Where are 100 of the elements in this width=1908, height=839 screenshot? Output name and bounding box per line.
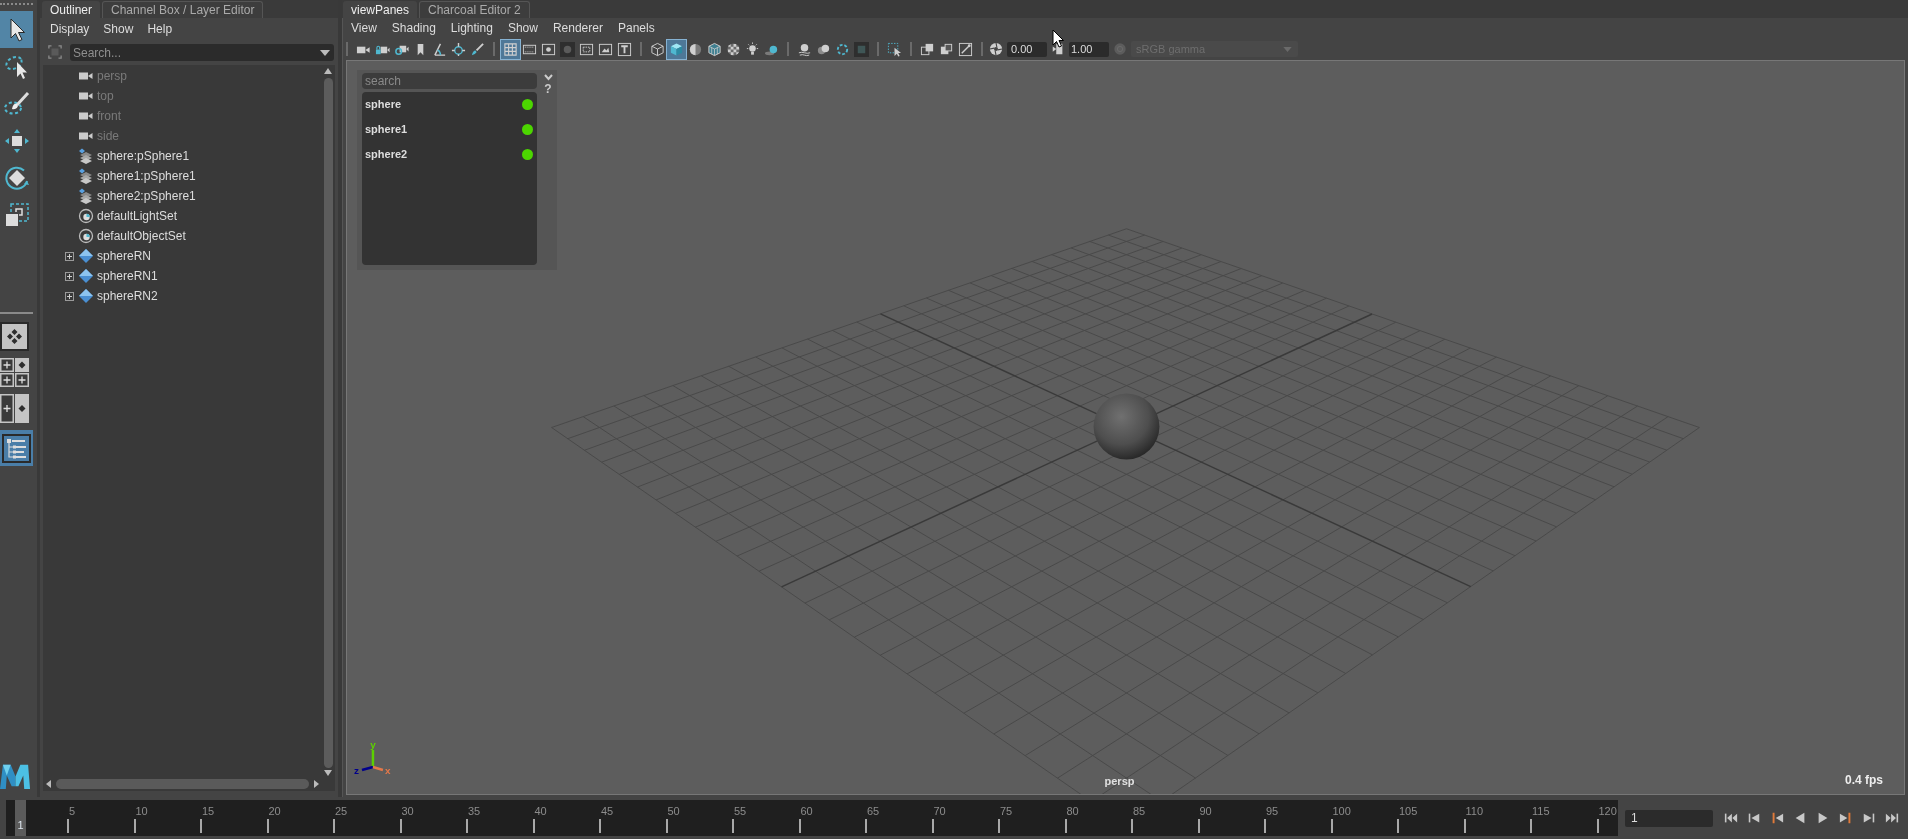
frame-number: 50	[666, 804, 681, 817]
scroll-down-icon[interactable]	[324, 770, 332, 776]
light-bulb-icon	[745, 41, 760, 57]
frame-tick	[1463, 819, 1466, 833]
menu-item[interactable]: View	[351, 19, 377, 37]
expand-toggle-icon[interactable]	[65, 291, 74, 301]
frame-tick	[532, 819, 535, 833]
menu-item[interactable]: Help	[147, 20, 173, 38]
single-pane-layout-button[interactable]	[0, 322, 29, 351]
frame-tick	[665, 819, 668, 833]
selector-search-field[interactable]: search	[362, 73, 537, 89]
menu-item[interactable]: Display	[50, 20, 90, 38]
stacked-layers-icon	[78, 188, 94, 204]
scroll-up-icon[interactable]	[324, 68, 332, 74]
frame-number: 25	[334, 804, 349, 817]
shaded-cube-icon	[669, 41, 684, 57]
two-pane-layout-button[interactable]	[0, 394, 29, 423]
horizontal-scroll-thumb[interactable]	[56, 779, 309, 789]
stacked-layers-icon	[78, 168, 94, 184]
menu-item[interactable]: Panels	[617, 19, 655, 37]
frame-tick	[1264, 819, 1266, 833]
four-pane-layout-button[interactable]	[0, 358, 29, 387]
help-button[interactable]: ?	[544, 83, 552, 95]
scroll-left-icon[interactable]	[46, 780, 51, 788]
expand-toggle-icon[interactable]	[65, 251, 74, 261]
frame-number: 45	[600, 804, 615, 817]
outliner-item[interactable]: defaultObjectSet	[97, 227, 186, 245]
frame-tick	[133, 819, 136, 833]
t-frame-icon	[617, 41, 632, 57]
dot-frame-icon	[541, 41, 556, 57]
frame-tick	[931, 819, 934, 833]
select-tool-button[interactable]	[0, 11, 33, 48]
frame-tick	[399, 819, 402, 833]
grid-button[interactable]	[501, 39, 520, 59]
stacked-layers-icon	[78, 148, 94, 164]
frame-number: 55	[733, 804, 748, 817]
menu-item[interactable]: Show	[507, 19, 538, 37]
search-field[interactable]: Search...	[70, 44, 334, 61]
frame-number: 95	[1265, 804, 1280, 817]
selector-item[interactable]: sphere1	[365, 121, 408, 138]
square-tile-button[interactable]	[852, 39, 871, 59]
shaded-cube-button[interactable]	[667, 39, 686, 59]
scroll-right-icon[interactable]	[314, 780, 319, 788]
dashed-ring-icon	[835, 41, 850, 57]
menu-item[interactable]: Renderer	[552, 19, 603, 37]
frame-number: 100	[1331, 804, 1352, 817]
frame-number: 110	[1464, 804, 1485, 817]
textured-cube-icon	[707, 41, 722, 57]
panel-tab[interactable]: Charcoal Editor 2	[419, 1, 530, 18]
skip-to-end-icon	[1884, 811, 1899, 825]
frame-tick	[67, 819, 69, 833]
expand-toggle-icon[interactable]	[65, 271, 74, 281]
list-pane-layout-button[interactable]	[0, 430, 33, 466]
frame-number: 5	[68, 804, 77, 817]
frame-tick	[466, 819, 468, 833]
frame-tick	[1530, 819, 1532, 833]
menu-item[interactable]: Lighting	[450, 19, 493, 37]
selector-item[interactable]: sphere	[365, 96, 402, 113]
gamma-field[interactable]: 1.00	[1069, 41, 1109, 57]
dropdown-caret-icon[interactable]	[320, 49, 330, 56]
aperture-icon[interactable]	[989, 42, 1003, 56]
outliner-item[interactable]: sphere:pSphere1	[97, 147, 190, 165]
picture-frame-icon	[598, 41, 613, 57]
outliner-item[interactable]: sphere2:pSphere1	[97, 187, 196, 205]
frame-tick	[599, 819, 601, 833]
vertical-scroll-thumb[interactable]	[323, 78, 333, 768]
time-slider[interactable]: 5 10 15 20 25 30 35 40 45 50 55 60 65 70 75 80 85 90 95 100 105 110 115 120 1	[6, 800, 1618, 836]
frame-tick	[1330, 819, 1333, 833]
checker-ball-icon	[726, 41, 741, 57]
select-box-icon	[887, 41, 902, 57]
chevron-down-icon[interactable]	[543, 74, 553, 81]
exposure-field[interactable]: 0.00	[1007, 41, 1047, 57]
menu-item[interactable]: Shading	[391, 19, 436, 37]
outliner-item[interactable]: defaultLightSet	[97, 207, 178, 225]
frame-tick	[266, 819, 269, 833]
grid-icon	[503, 41, 518, 57]
outliner-item[interactable]: sphereRN1	[97, 267, 158, 285]
outliner-item[interactable]: sphereRN	[97, 247, 152, 265]
ring-dot-icon	[78, 228, 94, 244]
outliner-item[interactable]: sphere1:pSphere1	[97, 167, 196, 185]
frame-number: 85	[1132, 804, 1147, 817]
selector-item[interactable]: sphere2	[365, 146, 408, 163]
frame-number: 65	[866, 804, 881, 817]
frame-number: 15	[201, 804, 216, 817]
panel-tab[interactable]: Channel Box / Layer Editor	[102, 1, 264, 18]
overlap-squares-icon	[920, 41, 935, 57]
frame-tick	[732, 819, 734, 833]
panel-tab[interactable]: viewPanes	[343, 1, 418, 18]
frame-tick	[1397, 819, 1399, 833]
current-frame-field[interactable]: 1	[1625, 809, 1713, 827]
frame-number: 90	[1198, 804, 1213, 817]
framed-diagonal-icon	[958, 41, 973, 57]
current-frame-marker[interactable]: 1	[15, 800, 26, 836]
ring-dot-icon	[78, 208, 94, 224]
outliner-item[interactable]: sphereRN2	[97, 287, 158, 305]
panel-tab[interactable]: Outliner	[42, 1, 101, 18]
circle-tile-button[interactable]	[558, 39, 577, 59]
frame-tick	[1596, 819, 1599, 833]
sphere-object	[1093, 393, 1160, 460]
menu-item[interactable]: Show	[103, 20, 134, 38]
